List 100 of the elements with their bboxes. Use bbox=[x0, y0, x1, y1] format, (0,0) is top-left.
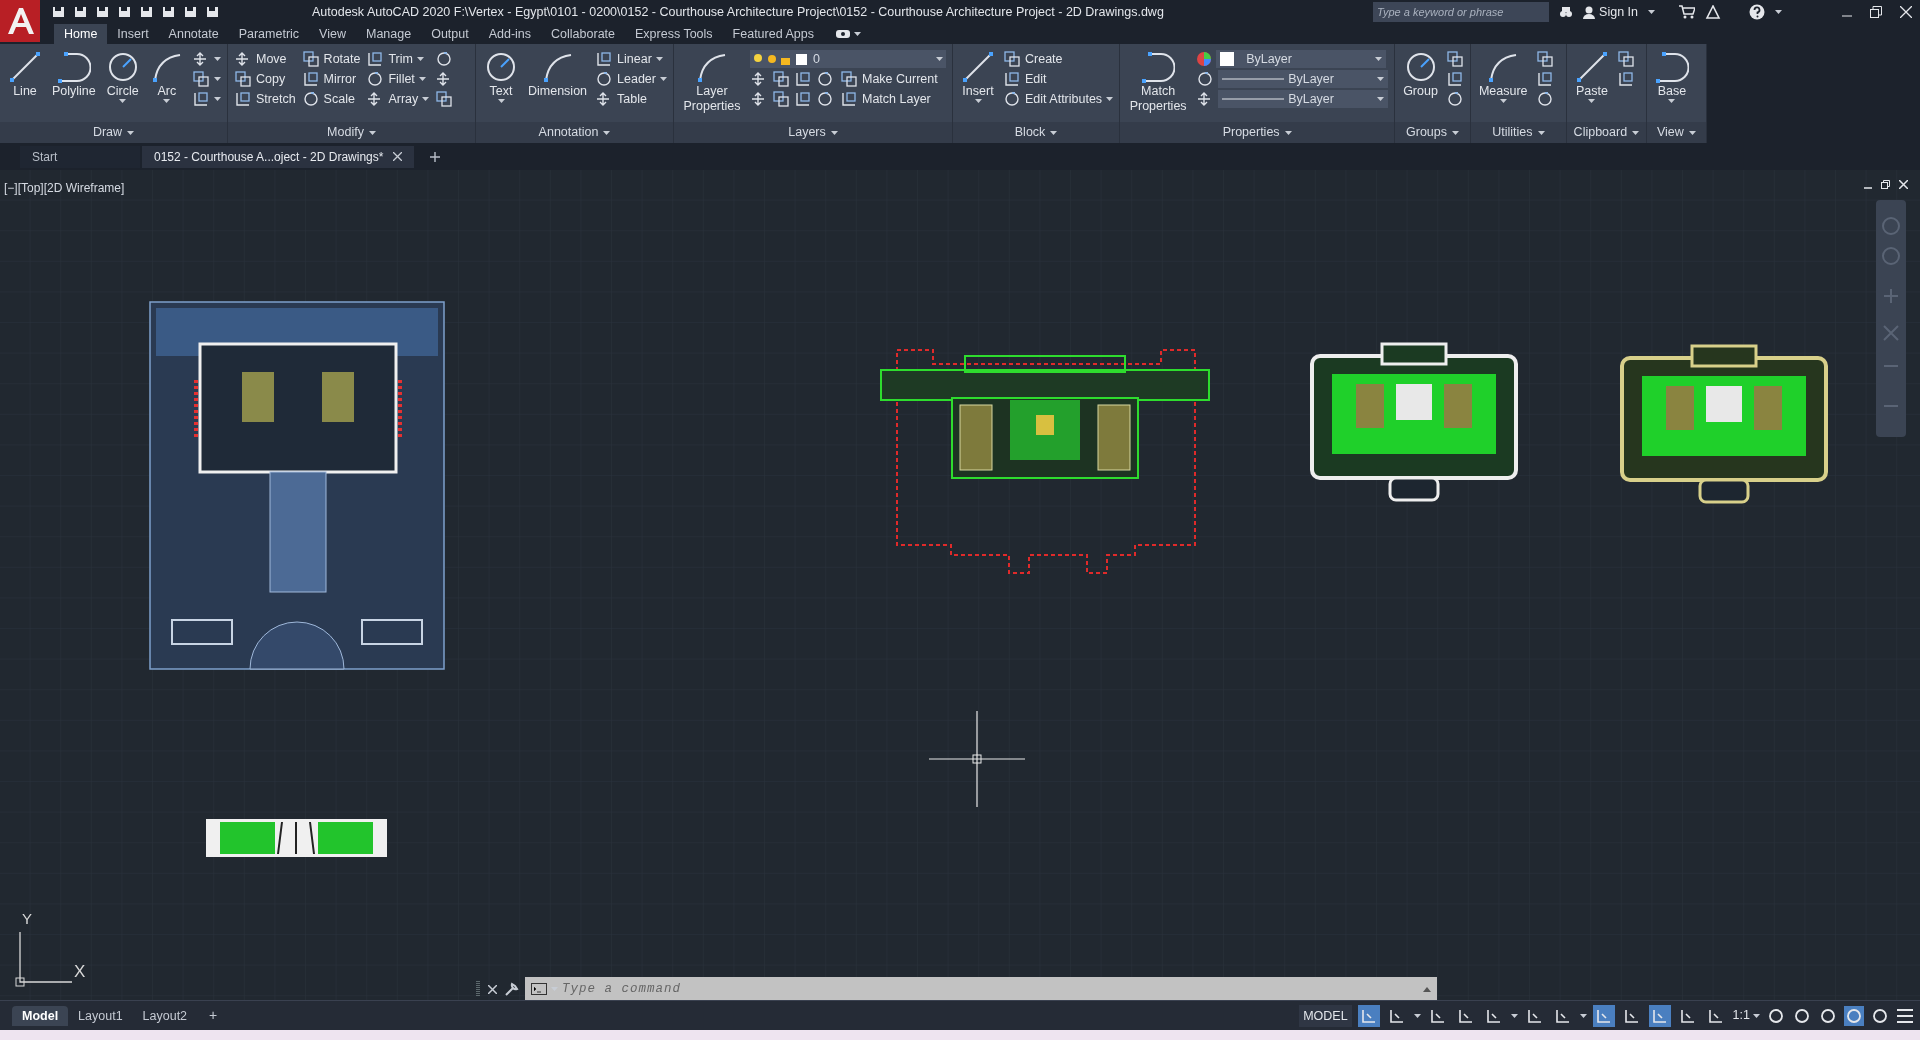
ribbon-button[interactable] bbox=[191, 90, 221, 108]
property-dropdown[interactable]: ByLayer bbox=[1216, 50, 1387, 68]
expand-history-button[interactable] bbox=[1417, 977, 1437, 1000]
ribbon-button[interactable]: Paste bbox=[1572, 48, 1611, 103]
ribbon-button[interactable]: Edit Attributes bbox=[1003, 90, 1114, 108]
quick-access-icon[interactable] bbox=[52, 5, 66, 19]
ribbon-button[interactable] bbox=[1445, 50, 1464, 68]
ribbon-button[interactable]: Rotate bbox=[301, 50, 361, 68]
ribbon-button[interactable] bbox=[1535, 70, 1554, 88]
ribbon-tab[interactable]: Annotate bbox=[158, 24, 229, 44]
quick-access-icon[interactable] bbox=[96, 5, 110, 19]
annotation-scale-button[interactable]: 1:1 bbox=[1732, 1006, 1760, 1025]
ribbon-button[interactable]: Polyline bbox=[50, 48, 98, 99]
command-history-button[interactable] bbox=[525, 977, 562, 1000]
status-toggle-icon[interactable] bbox=[1844, 1005, 1864, 1026]
ribbon-button[interactable]: Make Current bbox=[840, 69, 938, 89]
caret-icon bbox=[422, 97, 430, 101]
ribbon-button[interactable]: Scale bbox=[301, 90, 361, 108]
quick-access-icon[interactable] bbox=[74, 5, 88, 19]
quick-access-icon[interactable] bbox=[118, 5, 132, 19]
ribbon-button[interactable]: Layer Properties bbox=[680, 48, 744, 114]
document-tab[interactable]: 0152 - Courthouse A...oject - 2D Drawings* bbox=[142, 145, 415, 168]
panel-title[interactable]: Block bbox=[1014, 123, 1046, 142]
status-toggle-icon[interactable] bbox=[1592, 1004, 1615, 1027]
model-space-button[interactable]: MODEL bbox=[1299, 1004, 1352, 1027]
caret-icon bbox=[830, 130, 838, 135]
panel-title[interactable]: Layers bbox=[788, 123, 826, 142]
ribbon-button[interactable] bbox=[1616, 50, 1635, 68]
ribbon-button[interactable]: Copy bbox=[234, 70, 296, 88]
sign-in-button[interactable]: Sign In bbox=[1583, 2, 1638, 22]
panel-title[interactable]: Draw bbox=[92, 123, 123, 142]
document-tab[interactable]: Start bbox=[20, 145, 140, 168]
ribbon-button[interactable]: Create bbox=[1003, 50, 1114, 68]
viewport-controls-label[interactable]: [−][Top][2D Wireframe] bbox=[4, 179, 125, 197]
quick-access-icon[interactable] bbox=[184, 5, 198, 19]
ribbon-tab[interactable]: Insert bbox=[107, 24, 159, 44]
ribbon-tab[interactable]: Home bbox=[54, 24, 108, 44]
ribbon-button[interactable]: Move bbox=[234, 50, 296, 68]
ribbon-button[interactable]: Match Layer bbox=[840, 89, 931, 109]
ribbon-button[interactable]: Dimension bbox=[526, 48, 590, 99]
ribbon-button[interactable] bbox=[435, 90, 454, 108]
property-dropdown[interactable]: ByLayer bbox=[1218, 70, 1389, 88]
panel-title[interactable]: Properties bbox=[1222, 123, 1280, 142]
ribbon-button[interactable]: Array bbox=[366, 90, 430, 108]
ribbon-tab[interactable]: Manage bbox=[355, 24, 422, 44]
ribbon-button[interactable]: Mirror bbox=[301, 70, 361, 88]
ribbon-button[interactable] bbox=[191, 50, 221, 68]
ribbon-tab[interactable]: Parametric bbox=[228, 24, 310, 44]
ribbon-tab[interactable]: Output bbox=[421, 24, 479, 44]
layer-dropdown[interactable]: 0 bbox=[750, 50, 946, 68]
ribbon-button[interactable]: Line bbox=[6, 48, 44, 99]
ribbon-button[interactable]: Circle bbox=[103, 48, 142, 103]
quick-access-icon[interactable] bbox=[140, 5, 154, 19]
layout-tab[interactable]: Model bbox=[12, 1005, 69, 1026]
layout-tab[interactable]: Layout2 bbox=[132, 1005, 198, 1026]
ribbon-button[interactable]: Base bbox=[1652, 48, 1691, 103]
ribbon-tab[interactable]: Featured Apps bbox=[722, 24, 824, 44]
panel-title[interactable]: Modify bbox=[327, 123, 364, 142]
ribbon-button[interactable]: Arc bbox=[147, 48, 186, 103]
ribbon-button[interactable] bbox=[1445, 70, 1464, 88]
ribbon-tab[interactable]: Add-ins bbox=[478, 24, 542, 44]
triangle-icon bbox=[1705, 5, 1721, 19]
tool-icon bbox=[772, 70, 790, 88]
tool-icon bbox=[1196, 70, 1215, 88]
ribbon-button[interactable]: Group bbox=[1401, 48, 1440, 99]
ribbon-button[interactable] bbox=[1445, 90, 1464, 108]
ribbon-button[interactable] bbox=[1535, 90, 1554, 108]
status-toggle-icon[interactable] bbox=[1648, 1004, 1671, 1027]
ribbon-button[interactable] bbox=[435, 50, 454, 68]
property-dropdown[interactable]: ByLayer bbox=[1218, 90, 1389, 108]
ribbon-button[interactable]: Measure bbox=[1476, 48, 1530, 103]
ribbon-button[interactable]: Stretch bbox=[234, 90, 296, 108]
ribbon-button[interactable]: Match Properties bbox=[1126, 48, 1191, 114]
ribbon-button[interactable] bbox=[1535, 50, 1554, 68]
close-icon[interactable] bbox=[1900, 6, 1912, 18]
tool-icon bbox=[595, 70, 614, 88]
ribbon-button[interactable]: Fillet bbox=[366, 70, 430, 88]
ribbon-tab[interactable]: View bbox=[309, 24, 356, 44]
quick-access-icon[interactable] bbox=[162, 5, 176, 19]
ribbon-button[interactable]: Table bbox=[595, 90, 667, 108]
ribbon-button[interactable] bbox=[191, 70, 221, 88]
ribbon-button[interactable]: Edit bbox=[1003, 70, 1114, 88]
application-menu-button[interactable] bbox=[0, 0, 40, 42]
ribbon-button[interactable]: Leader bbox=[595, 70, 667, 88]
ribbon-button[interactable]: Text bbox=[482, 48, 520, 103]
color-wheel-icon bbox=[1196, 51, 1213, 67]
restore-icon[interactable] bbox=[1870, 6, 1882, 18]
add-layout-button[interactable]: + bbox=[203, 1005, 224, 1026]
quick-access-icon[interactable] bbox=[206, 5, 220, 19]
ribbon-tab[interactable]: Collaborate bbox=[541, 24, 625, 44]
layout-tab[interactable]: Layout1 bbox=[68, 1005, 133, 1026]
axis-label: Y bbox=[22, 911, 32, 926]
command-line-field[interactable]: Type a command bbox=[562, 977, 1417, 1000]
ribbon-tab[interactable]: Express Tools bbox=[625, 24, 723, 44]
ribbon-button[interactable] bbox=[1616, 70, 1635, 88]
ribbon-button[interactable]: Linear bbox=[595, 50, 667, 68]
status-toggle-icon[interactable] bbox=[1357, 1004, 1380, 1027]
ribbon-button[interactable]: Insert bbox=[959, 48, 997, 103]
ribbon-button[interactable]: Trim bbox=[366, 50, 430, 68]
search-field[interactable]: Type a keyword or phrase bbox=[1373, 2, 1550, 22]
